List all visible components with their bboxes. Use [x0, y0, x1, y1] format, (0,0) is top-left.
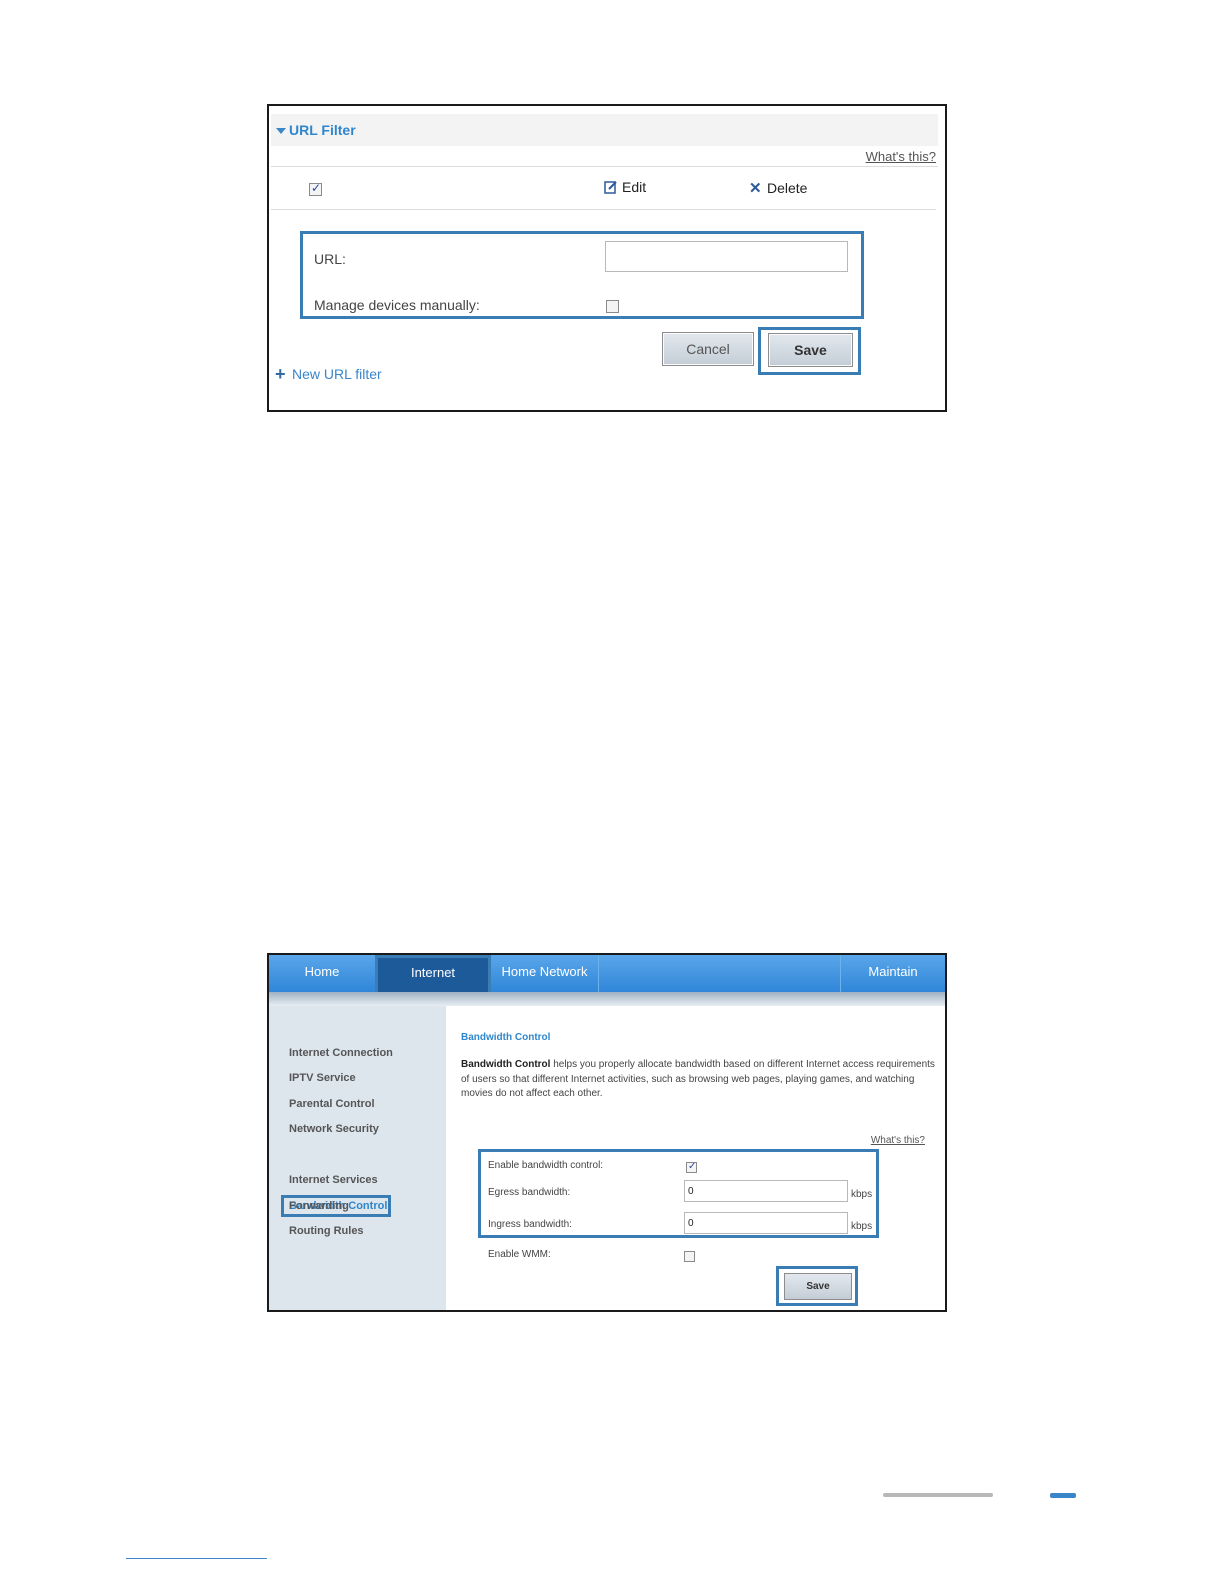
sidebar-item-network-security[interactable]: Network Security [289, 1123, 379, 1135]
url-filter-header[interactable]: URL Filter [271, 114, 938, 146]
footer-bar [883, 1493, 993, 1497]
delete-label: Delete [767, 180, 808, 196]
pencil-icon [604, 180, 622, 197]
sidebar-item-parental-control[interactable]: Parental Control [289, 1098, 375, 1110]
tab-internet[interactable]: Internet [378, 958, 488, 993]
plus-icon: + [275, 364, 286, 384]
cancel-button[interactable]: Cancel [662, 332, 754, 366]
save-highlight: Save [776, 1266, 858, 1306]
sidebar-item-internet-services[interactable]: Internet Services [289, 1174, 378, 1186]
tab-maintain[interactable]: Maintain [840, 955, 945, 992]
enable-wmm-label: Enable WMM: [488, 1249, 551, 1260]
url-filter-title: URL Filter [289, 122, 356, 138]
save-button[interactable]: Save [768, 333, 853, 367]
sidebar-item-internet-connection[interactable]: Internet Connection [289, 1047, 393, 1059]
whats-this-link[interactable]: What's this? [866, 149, 936, 164]
sidebar-item-forwarding[interactable]: Forwarding [289, 1200, 349, 1212]
save-highlight: Save [758, 327, 861, 375]
bandwidth-form-highlight: Enable bandwidth control: Egress bandwid… [478, 1149, 879, 1238]
manage-devices-label: Manage devices manually: [314, 297, 480, 313]
new-url-filter-link[interactable]: + New URL filter [275, 364, 382, 385]
description-bold: Bandwidth Control [461, 1059, 551, 1070]
delete-button[interactable]: ✕ Delete [749, 179, 807, 197]
footer-accent-bar [1050, 1493, 1076, 1498]
manage-devices-checkbox[interactable] [606, 300, 619, 313]
ingress-unit: kbps [851, 1221, 873, 1232]
caret-down-icon[interactable] [276, 128, 286, 134]
egress-input[interactable] [684, 1180, 848, 1202]
ingress-label: Ingress bandwidth: [488, 1219, 572, 1230]
tab-internet-highlight: Internet [375, 955, 491, 996]
divider [271, 209, 936, 210]
enable-bandwidth-checkbox[interactable] [686, 1161, 697, 1173]
save-button[interactable]: Save [784, 1273, 852, 1300]
url-label: URL: [314, 251, 346, 267]
egress-unit: kbps [851, 1189, 873, 1200]
url-filter-screenshot: URL Filter What's this? Edit ✕ Delete URL… [267, 104, 947, 412]
top-nav: Home Internet Home Network Maintain [269, 955, 945, 996]
ingress-input[interactable] [684, 1212, 848, 1234]
page-description: Bandwidth Control helps you properly all… [461, 1058, 939, 1102]
enable-wmm-checkbox[interactable] [684, 1251, 695, 1262]
url-input[interactable] [605, 241, 848, 272]
select-all-checkbox[interactable] [309, 181, 322, 196]
footer-link-underline [126, 1558, 267, 1559]
sidebar: Internet Connection IPTV Service Parenta… [269, 1006, 446, 1310]
close-icon: ✕ [749, 180, 762, 197]
page-title: Bandwidth Control [461, 1032, 551, 1043]
divider [271, 166, 938, 167]
tab-home[interactable]: Home [269, 955, 376, 992]
nav-shadow [269, 992, 945, 1006]
edit-button[interactable]: Edit [604, 179, 646, 197]
bandwidth-control-screenshot: Home Internet Home Network Maintain Inte… [267, 953, 947, 1312]
enable-bandwidth-label: Enable bandwidth control: [488, 1160, 604, 1171]
tab-home-network[interactable]: Home Network [491, 955, 599, 992]
main-content: Bandwidth Control Bandwidth Control help… [446, 1006, 945, 1310]
sidebar-item-routing-rules[interactable]: Routing Rules [289, 1225, 364, 1237]
whats-this-link[interactable]: What's this? [871, 1135, 925, 1146]
new-url-filter-label: New URL filter [292, 366, 382, 382]
egress-label: Egress bandwidth: [488, 1187, 571, 1198]
sidebar-item-iptv-service[interactable]: IPTV Service [289, 1072, 356, 1084]
edit-label: Edit [622, 179, 647, 195]
url-filter-form-highlight: URL: Manage devices manually: [300, 231, 864, 319]
